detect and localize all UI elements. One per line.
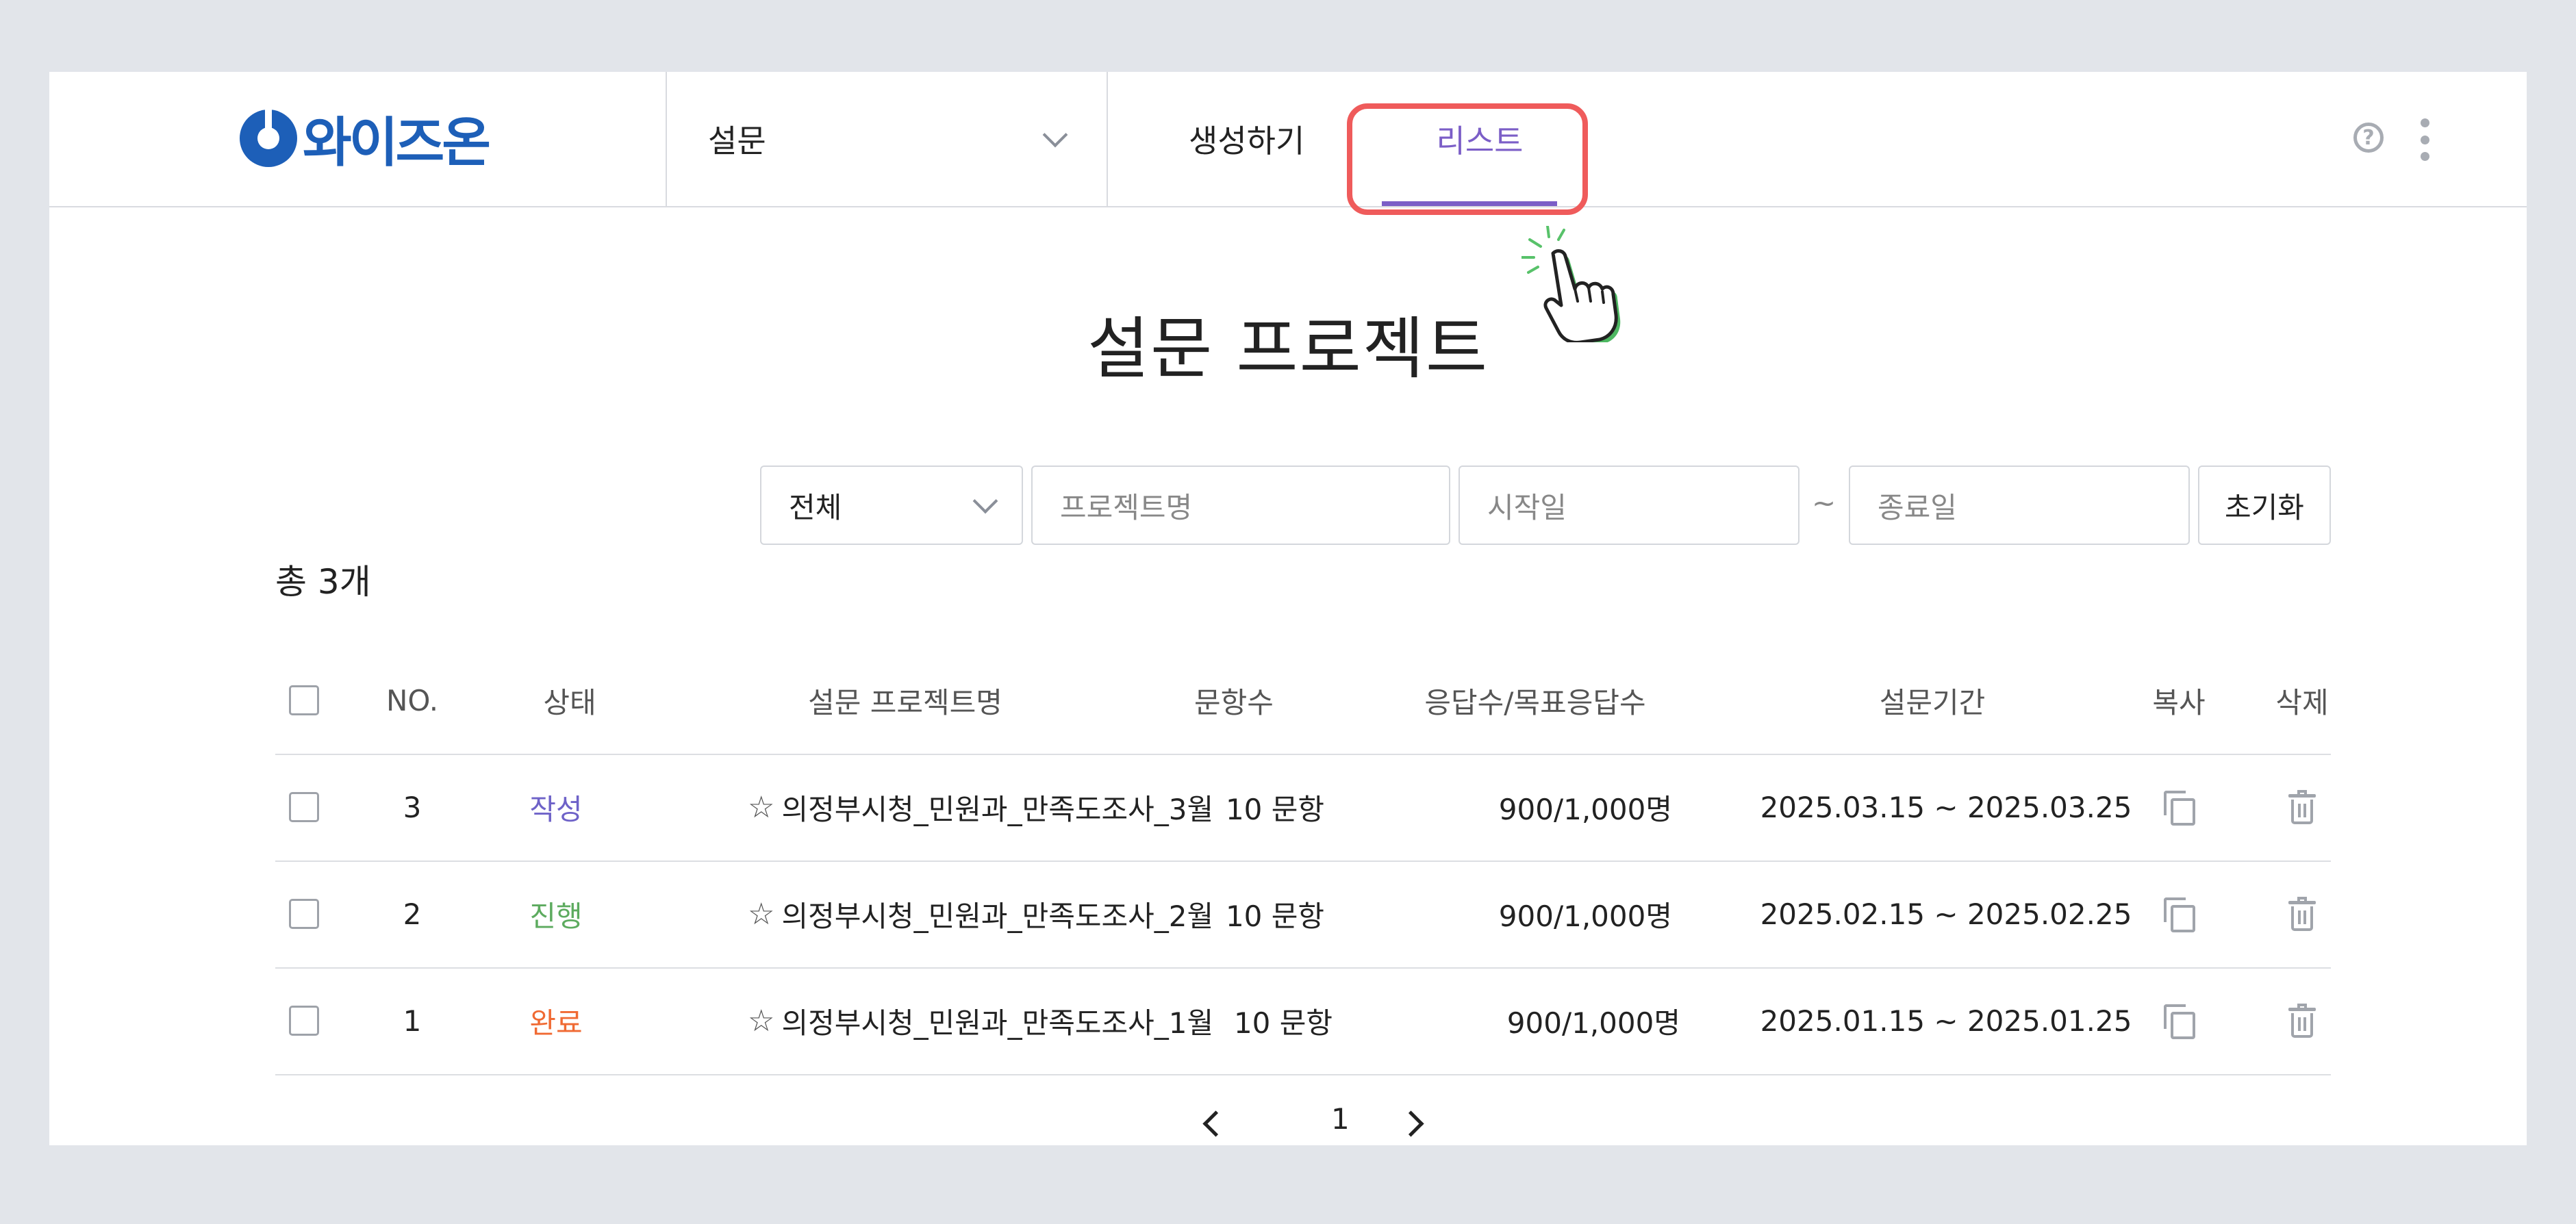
total-count: 총 3개 bbox=[275, 562, 371, 602]
row-name-cell[interactable]: ☆ 의정부시청_민원과_만족도조사_1월 bbox=[748, 967, 1213, 1074]
row-responses: 900/1,000명 bbox=[1506, 1006, 1680, 1040]
chevron-down-icon bbox=[1042, 122, 1068, 148]
more-vertical-icon[interactable] bbox=[2414, 118, 2435, 161]
header-no: NO. bbox=[386, 683, 439, 717]
row-checkbox-cell bbox=[275, 967, 333, 1074]
copy-button[interactable] bbox=[2138, 754, 2220, 860]
module-select-value: 설문 bbox=[708, 123, 766, 160]
logo[interactable]: 와이즈온 bbox=[240, 107, 491, 174]
copy-icon bbox=[2164, 897, 2195, 932]
row-questions: 10 문항 bbox=[1233, 1006, 1333, 1040]
help-icon[interactable]: ? bbox=[2353, 123, 2384, 153]
row-status: 작성 bbox=[529, 792, 583, 826]
header-divider bbox=[1107, 72, 1108, 206]
select-all-cell bbox=[275, 647, 333, 754]
trash-icon bbox=[2288, 790, 2316, 824]
row-checkbox-cell bbox=[275, 754, 333, 860]
header-responses: 응답수/목표응답수 bbox=[1424, 685, 1646, 719]
module-select[interactable]: 설문 bbox=[666, 72, 1107, 206]
row-responses: 900/1,000명 bbox=[1498, 792, 1672, 826]
reset-button[interactable]: 초기화 bbox=[2198, 466, 2331, 545]
star-icon[interactable]: ☆ bbox=[748, 1004, 774, 1038]
star-icon[interactable]: ☆ bbox=[748, 790, 774, 825]
row-status: 진행 bbox=[529, 899, 583, 933]
table-row[interactable]: 2 진행 ☆ 의정부시청_민원과_만족도조사_2월 10 문항 900/1,00… bbox=[275, 860, 2331, 969]
row-no: 1 bbox=[403, 1004, 422, 1038]
start-date-placeholder: 시작일 bbox=[1487, 490, 1567, 524]
row-checkbox[interactable] bbox=[289, 792, 319, 822]
row-no: 3 bbox=[403, 790, 422, 824]
row-name: 의정부시청_민원과_만족도조사_2월 bbox=[781, 899, 1214, 933]
trash-icon bbox=[2288, 1004, 2316, 1038]
row-questions: 10 문항 bbox=[1225, 792, 1325, 826]
page-number-current[interactable]: 1 bbox=[1331, 1102, 1350, 1136]
row-questions: 10 문항 bbox=[1225, 899, 1325, 933]
app-header: 와이즈온 설문 생성하기 리스트 ? bbox=[49, 72, 2527, 342]
copy-button[interactable] bbox=[2138, 967, 2220, 1074]
logo-mark-icon bbox=[240, 110, 297, 167]
row-period: 2025.02.15 ~ 2025.02.25 bbox=[1760, 897, 2132, 931]
row-name: 의정부시청_민원과_만족도조사_3월 bbox=[781, 792, 1214, 826]
end-date-placeholder: 종료일 bbox=[1878, 490, 1957, 524]
start-date-input[interactable]: 시작일 bbox=[1459, 466, 1800, 545]
header-period: 설문기간 bbox=[1879, 685, 1986, 719]
copy-button[interactable] bbox=[2138, 860, 2220, 967]
row-checkbox-cell bbox=[275, 860, 333, 967]
chevron-right-icon[interactable] bbox=[1398, 1110, 1424, 1137]
delete-button[interactable] bbox=[2261, 967, 2343, 1074]
row-period: 2025.01.15 ~ 2025.01.25 bbox=[1760, 1004, 2132, 1038]
reset-button-label: 초기화 bbox=[2225, 490, 2304, 524]
date-range-separator: ~ bbox=[1812, 486, 1836, 520]
project-name-input[interactable]: 프로젝트명 bbox=[1031, 466, 1450, 545]
status-filter-value: 전체 bbox=[789, 490, 842, 524]
star-icon[interactable]: ☆ bbox=[748, 897, 774, 932]
header-questions: 문항수 bbox=[1194, 685, 1274, 719]
trash-icon bbox=[2288, 897, 2316, 931]
select-all-checkbox[interactable] bbox=[289, 685, 319, 715]
row-name: 의정부시청_민원과_만족도조사_1월 bbox=[781, 1006, 1214, 1040]
row-name-cell[interactable]: ☆ 의정부시청_민원과_만족도조사_3월 bbox=[748, 754, 1213, 860]
main-panel: 와이즈온 설문 생성하기 리스트 ? 설문 프로젝트 총 3개 전체 프로젝트명… bbox=[49, 72, 2527, 1145]
row-name-cell[interactable]: ☆ 의정부시청_민원과_만족도조사_2월 bbox=[748, 860, 1213, 967]
header-name: 설문 프로젝트명 bbox=[808, 685, 1002, 719]
copy-icon bbox=[2164, 1004, 2195, 1039]
header-status: 상태 bbox=[543, 685, 596, 719]
logo-text: 와이즈온 bbox=[303, 112, 491, 174]
table-row[interactable]: 3 작성 ☆ 의정부시청_민원과_만족도조사_3월 10 문항 900/1,00… bbox=[275, 754, 2331, 862]
row-checkbox[interactable] bbox=[289, 899, 319, 929]
table-row[interactable]: 1 완료 ☆ 의정부시청_민원과_만족도조사_1월 10 문항 900/1,00… bbox=[275, 967, 2331, 1075]
delete-button[interactable] bbox=[2261, 754, 2343, 860]
end-date-input[interactable]: 종료일 bbox=[1849, 466, 2190, 545]
row-responses: 900/1,000명 bbox=[1498, 899, 1672, 933]
tab-highlight-callout bbox=[1347, 103, 1588, 215]
row-no: 2 bbox=[403, 897, 422, 931]
project-name-placeholder: 프로젝트명 bbox=[1060, 490, 1193, 524]
pagination: 1 bbox=[49, 1102, 2527, 1150]
table-header-row: NO. 상태 설문 프로젝트명 문항수 응답수/목표응답수 설문기간 복사 삭제 bbox=[275, 647, 2331, 755]
status-filter-select[interactable]: 전체 bbox=[760, 466, 1023, 545]
row-period: 2025.03.15 ~ 2025.03.25 bbox=[1760, 790, 2132, 824]
delete-button[interactable] bbox=[2261, 860, 2343, 967]
tab-create-label: 생성하기 bbox=[1189, 123, 1305, 160]
page-title: 설문 프로젝트 bbox=[1087, 310, 1489, 388]
header-copy: 복사 bbox=[2152, 685, 2206, 719]
chevron-left-icon[interactable] bbox=[1202, 1110, 1229, 1137]
copy-icon bbox=[2164, 791, 2195, 826]
tab-create[interactable]: 생성하기 bbox=[1189, 72, 1304, 206]
row-status: 완료 bbox=[529, 1006, 583, 1040]
header-delete: 삭제 bbox=[2275, 685, 2329, 719]
row-checkbox[interactable] bbox=[289, 1006, 319, 1036]
chevron-down-icon bbox=[972, 488, 998, 514]
